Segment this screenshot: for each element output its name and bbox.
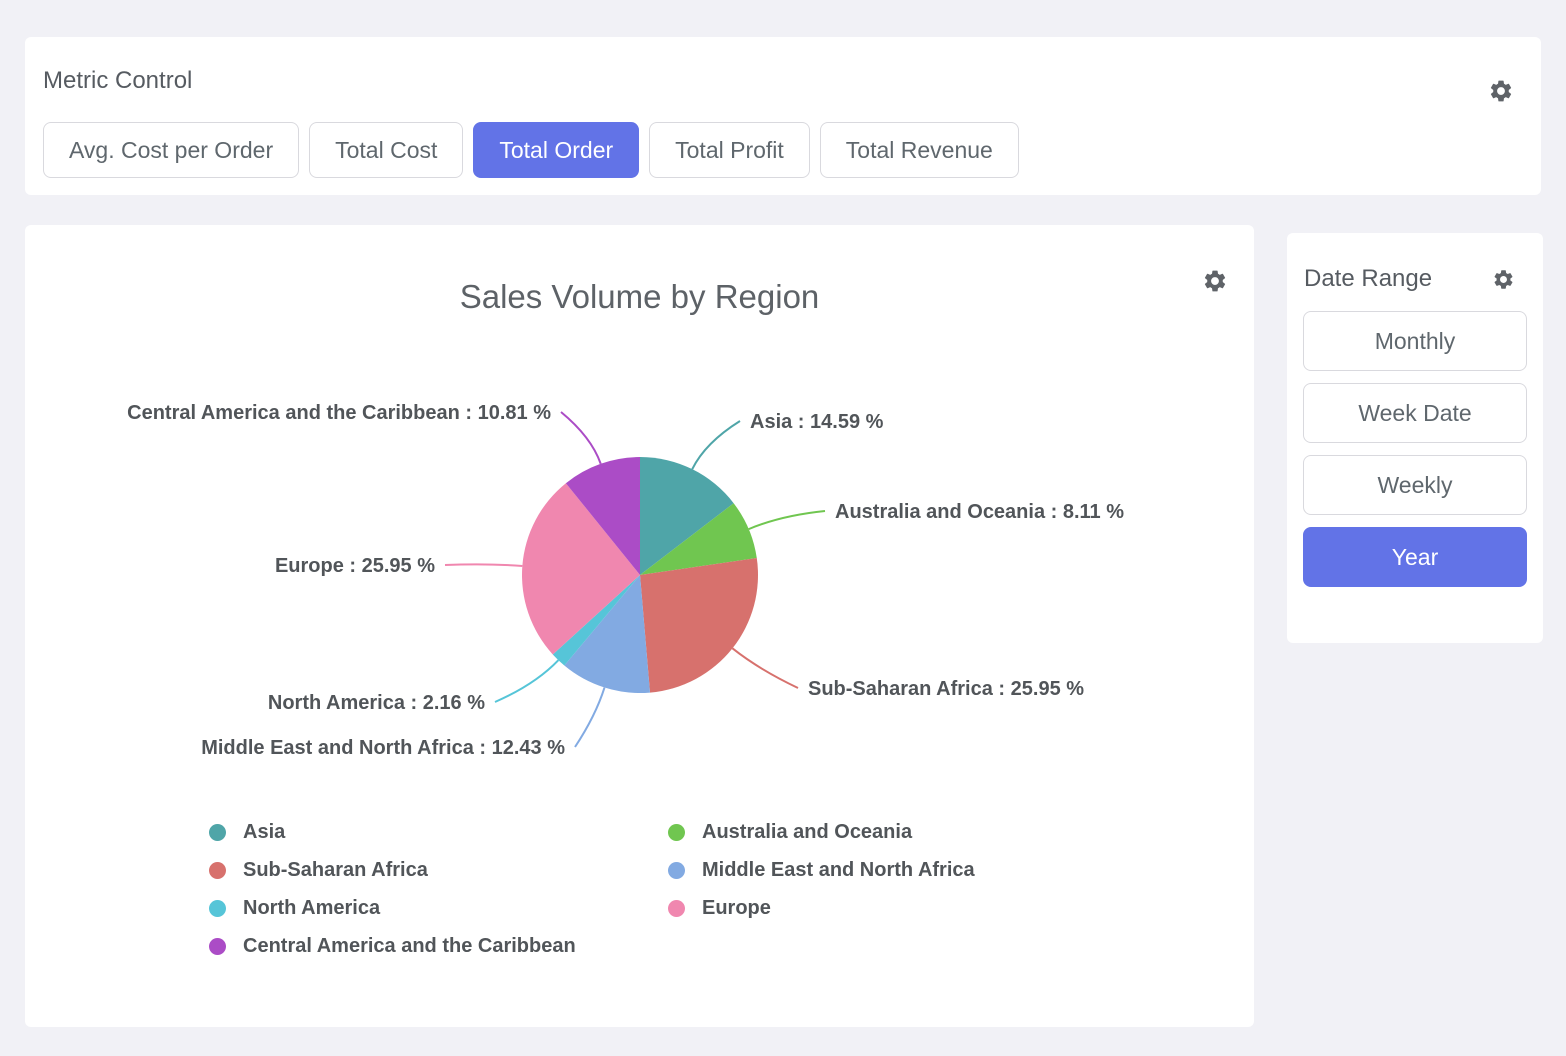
gear-icon[interactable] — [1492, 268, 1515, 291]
chart-legend: Asia Australia and Oceania Sub-Saharan Afr… — [209, 813, 975, 965]
legend-item-asia[interactable]: Asia — [209, 813, 668, 851]
pie-label-asia: Asia : 14.59 % — [750, 411, 884, 433]
label-line-sub-saharan-africa — [732, 648, 798, 688]
legend-label: Middle East and North Africa — [702, 859, 975, 882]
date-range-button-weekly[interactable]: Weekly — [1303, 455, 1527, 515]
label-line-europe — [445, 564, 522, 566]
date-range-button-list: Monthly Week Date Weekly Year — [1303, 311, 1527, 587]
sales-volume-panel: Sales Volume by Region Asia : 14.59 % Aus… — [25, 225, 1254, 1027]
legend-label: Central America and the Caribbean — [243, 935, 576, 958]
dashboard-page: { "metric_control": { "title": "Metric C… — [0, 0, 1566, 1056]
pie-label-australia-and-oceania: Australia and Oceania : 8.11 % — [835, 501, 1124, 523]
gear-icon[interactable] — [1202, 268, 1228, 294]
metric-button-total-revenue[interactable]: Total Revenue — [820, 122, 1019, 178]
label-line-north-america — [495, 660, 558, 702]
pie-label-central-america-and-the-caribbean: Central America and the Caribbean : 10.8… — [127, 402, 551, 424]
label-line-australia-and-oceania — [749, 511, 825, 529]
legend-label: Asia — [243, 821, 285, 844]
legend-item-europe[interactable]: Europe — [668, 889, 975, 927]
legend-label: Sub-Saharan Africa — [243, 859, 428, 882]
legend-item-australia-and-oceania[interactable]: Australia and Oceania — [668, 813, 975, 851]
chart-title: Sales Volume by Region — [25, 278, 1254, 316]
metric-button-avg-cost-per-order[interactable]: Avg. Cost per Order — [43, 122, 299, 178]
legend-dot — [668, 862, 685, 879]
pie-label-middle-east-and-north-africa: Middle East and North Africa : 12.43 % — [201, 737, 565, 759]
legend-dot — [668, 824, 685, 841]
label-line-middle-east-and-north-africa — [575, 688, 604, 747]
date-range-button-monthly[interactable]: Monthly — [1303, 311, 1527, 371]
pie-label-sub-saharan-africa: Sub-Saharan Africa : 25.95 % — [808, 678, 1084, 700]
legend-label: North America — [243, 897, 380, 920]
metric-button-total-profit[interactable]: Total Profit — [649, 122, 810, 178]
pie-label-europe: Europe : 25.95 % — [275, 555, 435, 577]
legend-dot — [668, 900, 685, 917]
metric-button-row: Avg. Cost per OrderTotal CostTotal Order… — [43, 122, 1019, 178]
date-range-button-week-date[interactable]: Week Date — [1303, 383, 1527, 443]
legend-dot — [209, 900, 226, 917]
date-range-button-year[interactable]: Year — [1303, 527, 1527, 587]
legend-label: Europe — [702, 897, 771, 920]
label-line-central-america-and-the-caribbean — [561, 412, 601, 464]
date-range-title: Date Range — [1304, 265, 1432, 293]
legend-dot — [209, 824, 226, 841]
metric-control-title: Metric Control — [43, 67, 192, 95]
legend-item-central-america-and-the-caribbean[interactable]: Central America and the Caribbean — [209, 927, 668, 965]
metric-button-total-cost[interactable]: Total Cost — [309, 122, 463, 178]
legend-dot — [209, 938, 226, 955]
date-range-panel: Date Range Monthly Week Date Weekly Year — [1287, 233, 1543, 643]
pie-slice-sub-saharan-africa[interactable] — [640, 558, 758, 693]
pie-label-north-america: North America : 2.16 % — [268, 692, 485, 714]
legend-item-sub-saharan-africa[interactable]: Sub-Saharan Africa — [209, 851, 668, 889]
legend-dot — [209, 862, 226, 879]
label-line-asia — [692, 421, 740, 469]
legend-label: Australia and Oceania — [702, 821, 912, 844]
pie-chart: Asia : 14.59 % Australia and Oceania : 8.… — [25, 340, 1254, 810]
metric-button-total-order[interactable]: Total Order — [473, 122, 639, 178]
legend-item-north-america[interactable]: North America — [209, 889, 668, 927]
metric-control-panel: Metric Control Avg. Cost per OrderTotal … — [25, 37, 1541, 195]
legend-item-middle-east-and-north-africa[interactable]: Middle East and North Africa — [668, 851, 975, 889]
gear-icon[interactable] — [1488, 78, 1514, 104]
